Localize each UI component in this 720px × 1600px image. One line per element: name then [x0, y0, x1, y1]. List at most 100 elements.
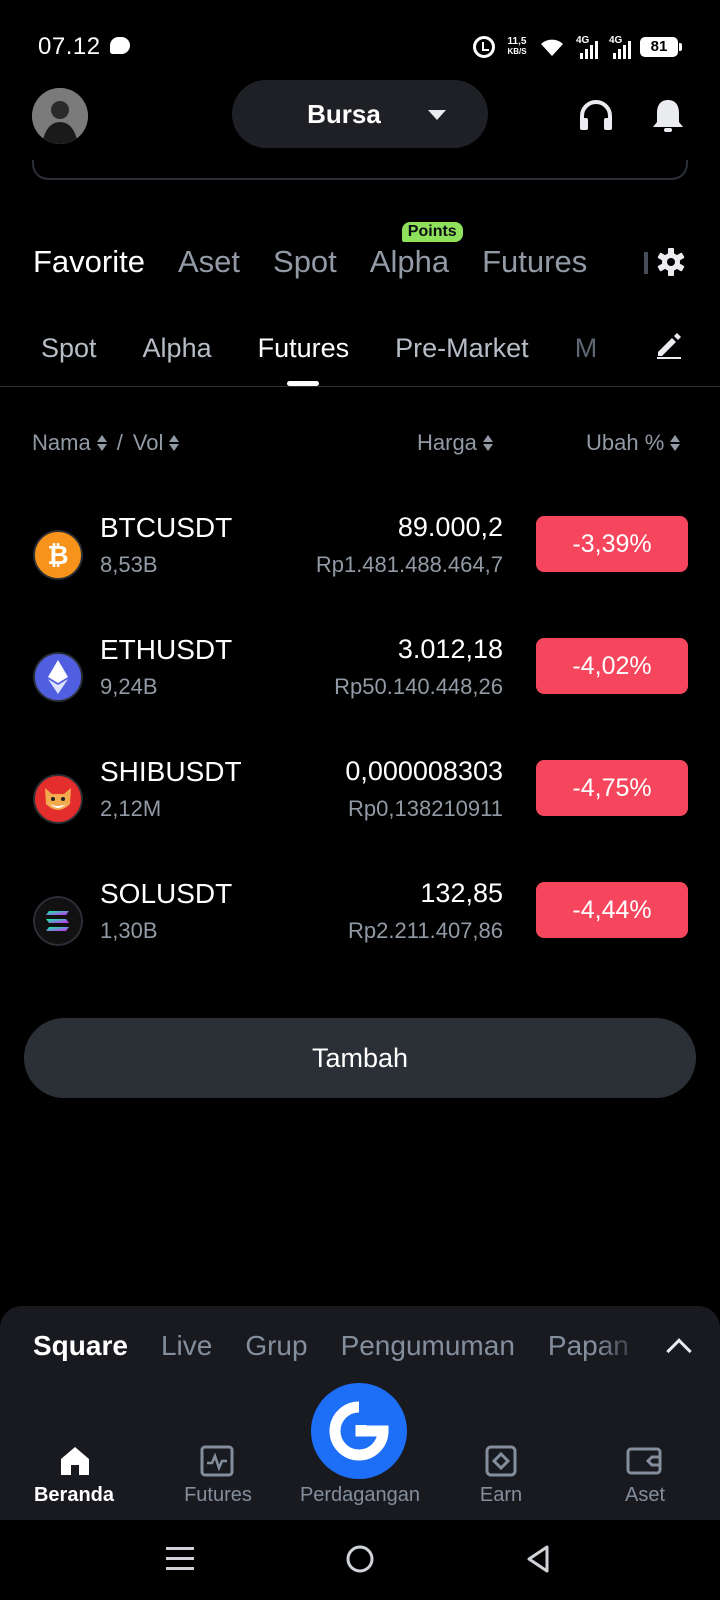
tab-square[interactable]: Square: [33, 1330, 128, 1362]
top-tabs: Favorite Aset Spot Alpha Points Futures: [33, 222, 620, 284]
tab-spot[interactable]: Spot: [273, 244, 337, 280]
symbol: SHIBUSDT: [100, 756, 242, 787]
tab-favorite[interactable]: Favorite: [33, 244, 145, 280]
home-circle-icon[interactable]: [345, 1544, 375, 1574]
price: 89.000,2: [397, 512, 503, 542]
edit-icon[interactable]: [654, 330, 684, 360]
symbol: SOLUSDT: [100, 878, 233, 909]
column-change-label: Ubah %: [586, 430, 665, 455]
futures-icon[interactable]: [199, 1443, 235, 1479]
table-row[interactable]: ₿ BTCUSDT 8,53B 89.000,2 Rp1.481.488.464…: [0, 508, 720, 608]
column-price-label: Harga: [417, 430, 477, 455]
column-header-change[interactable]: Ubah %: [586, 430, 681, 456]
svg-text:₿: ₿: [47, 540, 68, 570]
subtab-more[interactable]: M: [575, 333, 598, 364]
chevron-up-icon[interactable]: [666, 1338, 692, 1364]
volume: 1,30B: [100, 918, 158, 943]
add-button[interactable]: Tambah: [24, 1018, 696, 1098]
column-name-label[interactable]: Nama: [32, 430, 91, 456]
ethereum-icon: [33, 652, 83, 702]
subtab-spot[interactable]: Spot: [41, 333, 97, 364]
sub-tabs: Spot Alpha Futures Pre-Market M: [41, 326, 643, 386]
symbol: BTCUSDT: [100, 512, 233, 543]
net-speed-unit: KB/S: [507, 47, 527, 56]
price: 3.012,18: [397, 634, 503, 664]
chevron-down-icon: [428, 110, 446, 120]
subtab-alpha[interactable]: Alpha: [143, 333, 212, 364]
price-idr: Rp2.211.407,86: [348, 918, 503, 943]
status-time: 07.12: [38, 33, 101, 60]
battery-icon: 81: [640, 37, 682, 57]
nav-aset[interactable]: Aset: [570, 1484, 720, 1507]
tab-alpha-label: Alpha: [369, 244, 450, 279]
change-badge[interactable]: -4,02%: [536, 638, 688, 694]
column-sep: /: [116, 430, 123, 455]
wifi-icon: [539, 36, 565, 58]
points-badge: Points: [401, 222, 463, 242]
column-vol-label[interactable]: Vol: [133, 430, 164, 456]
subtab-pre-market[interactable]: Pre-Market: [395, 333, 529, 364]
tab-futures[interactable]: Futures: [482, 244, 587, 280]
avatar[interactable]: [32, 88, 88, 144]
square-tabs: Square Live Grup Pengumuman Papan: [33, 1330, 662, 1362]
price-idr: Rp0,138210911: [348, 796, 503, 821]
nav-futures[interactable]: Futures: [143, 1484, 293, 1507]
tabs-divider: [0, 386, 720, 387]
status-bar: 07.12 11,5 KB/S 4G 4G 81: [0, 0, 720, 80]
sort-icon[interactable]: [96, 434, 107, 452]
home-icon[interactable]: [57, 1443, 93, 1479]
volume: 2,12M: [100, 796, 162, 821]
nav-beranda[interactable]: Beranda: [0, 1484, 149, 1507]
status-icons: 11,5 KB/S 4G 4G 81: [473, 34, 682, 60]
tab-grup[interactable]: Grup: [245, 1330, 307, 1362]
net-speed-value: 11,5: [507, 36, 527, 47]
tab-overflow-indicator: [644, 252, 648, 274]
change-badge[interactable]: -4,44%: [536, 882, 688, 938]
net-speed: 11,5 KB/S: [504, 37, 530, 57]
nav-perdagangan[interactable]: Perdagangan: [284, 1484, 436, 1507]
gear-icon[interactable]: [656, 247, 686, 277]
trade-icon: [329, 1401, 389, 1461]
square-tabs-fade: [596, 1326, 646, 1370]
back-icon[interactable]: [525, 1544, 553, 1574]
price-idr: Rp1.481.488.464,7: [315, 552, 503, 577]
price-idr: Rp50.140.448,26: [334, 674, 503, 699]
chat-notification-icon: [110, 37, 130, 54]
trade-button[interactable]: [311, 1383, 407, 1479]
tab-alpha[interactable]: Alpha Points: [369, 222, 463, 280]
shiba-icon: [33, 774, 83, 824]
exchange-selector-label: Bursa: [307, 98, 381, 129]
menu-icon[interactable]: [166, 1544, 194, 1574]
table-row[interactable]: SHIBUSDT 2,12M 0,000008303 Rp0,138210911…: [0, 752, 720, 852]
search-bar-edge: [32, 160, 688, 180]
tab-live[interactable]: Live: [161, 1330, 212, 1362]
sort-icon[interactable]: [169, 434, 180, 452]
volume: 8,53B: [100, 552, 158, 577]
wallet-icon[interactable]: [626, 1443, 662, 1479]
table-row[interactable]: SOLUSDT 1,30B 132,85 Rp2.211.407,86 -4,4…: [0, 874, 720, 974]
price: 132,85: [420, 878, 503, 908]
bell-icon[interactable]: [648, 96, 688, 136]
subtabs-fade: [600, 320, 640, 370]
subtab-futures[interactable]: Futures: [258, 333, 349, 386]
column-header-price[interactable]: Harga: [417, 430, 493, 456]
price: 0,000008303: [345, 756, 503, 786]
system-nav-bar: [0, 1520, 720, 1600]
earn-icon[interactable]: [483, 1443, 519, 1479]
change-badge[interactable]: -4,75%: [536, 760, 688, 816]
sort-icon: [670, 434, 681, 452]
nav-earn[interactable]: Earn: [426, 1484, 576, 1507]
signal-icon-2: 4G: [607, 35, 631, 59]
sort-icon: [482, 434, 493, 452]
exchange-selector[interactable]: Bursa: [232, 80, 488, 148]
solana-icon: [33, 896, 83, 946]
table-row[interactable]: ETHUSDT 9,24B 3.012,18 Rp50.140.448,26 -…: [0, 630, 720, 730]
tab-pengumuman[interactable]: Pengumuman: [341, 1330, 515, 1362]
symbol: ETHUSDT: [100, 634, 233, 665]
headset-icon[interactable]: [576, 96, 616, 136]
tab-aset[interactable]: Aset: [178, 244, 240, 280]
volume: 9,24B: [100, 674, 158, 699]
bitcoin-icon: ₿: [33, 530, 83, 580]
change-badge[interactable]: -3,39%: [536, 516, 688, 572]
signal-icon: 4G: [574, 35, 598, 59]
